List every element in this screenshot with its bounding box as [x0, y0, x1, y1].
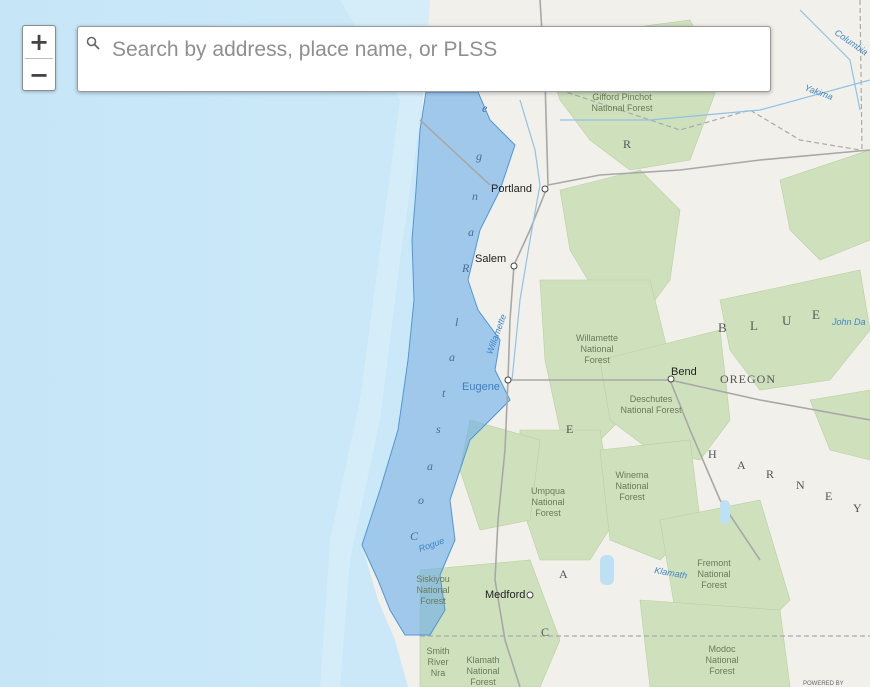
coast-letter: a: [468, 225, 474, 239]
coast-letter: e: [482, 101, 488, 115]
label-modoc-2: National: [705, 655, 738, 665]
label-willamette-2: National: [580, 344, 613, 354]
cascade-letter: E: [566, 422, 573, 436]
map-canvas[interactable]: Portland Salem Eugene Bend Medford Giffo…: [0, 0, 870, 687]
city-portland: Portland: [491, 183, 532, 195]
label-fremont-2: National: [697, 569, 730, 579]
zoom-in-button[interactable]: +: [23, 26, 55, 58]
label-fremont-3: Forest: [701, 580, 727, 590]
coast-letter: s: [436, 422, 441, 436]
label-klamath-2: National: [466, 666, 499, 676]
city-medford: Medford: [485, 589, 525, 601]
label-willamette-1: Willamette: [576, 333, 618, 343]
label-fremont-1: Fremont: [697, 558, 731, 568]
search-input[interactable]: [110, 33, 754, 67]
lake: [720, 500, 730, 524]
coast-letter: n: [472, 189, 478, 203]
city-eugene: Eugene: [462, 381, 500, 393]
label-siskiyou-3: Forest: [420, 596, 446, 606]
search-icon: [86, 36, 100, 50]
label-deschutes-1: Deschutes: [630, 394, 673, 404]
city-salem: Salem: [475, 253, 506, 265]
harney-letter: H: [708, 447, 717, 461]
label-deschutes-2: National Forest: [620, 405, 682, 415]
coast-letter: C: [410, 529, 419, 543]
cascade-letter: R: [623, 137, 631, 151]
harney-letter: N: [796, 478, 805, 492]
label-smith-1: Smith: [426, 646, 449, 656]
label-modoc-3: Forest: [709, 666, 735, 676]
label-siskiyou-2: National: [416, 585, 449, 595]
blue-letter: B: [718, 320, 727, 335]
harney-letter: A: [737, 458, 746, 472]
blue-letter: U: [782, 313, 792, 328]
label-winema-2: National: [615, 481, 648, 491]
cascade-letter: A: [559, 567, 568, 581]
coast-letter: g: [476, 149, 482, 163]
coast-letter: a: [427, 459, 433, 473]
label-gifford-1: Gifford Pinchot: [592, 92, 652, 102]
blue-letter: E: [812, 307, 820, 322]
harney-letter: R: [766, 467, 774, 481]
label-klamath-3: Forest: [470, 677, 496, 687]
blue-letter: L: [750, 318, 758, 333]
lake: [600, 555, 614, 585]
label-john-day: John Da: [831, 317, 866, 327]
label-willamette-3: Forest: [584, 355, 610, 365]
coast-letter: R: [461, 261, 470, 275]
label-gifford-2: National Forest: [591, 103, 653, 113]
label-smith-2: River: [427, 657, 448, 667]
search-box[interactable]: [77, 26, 771, 92]
label-siskiyou-1: Siskiyou: [416, 574, 450, 584]
zoom-control: + −: [22, 25, 56, 91]
label-smith-3: Nra: [431, 668, 446, 678]
label-klamath-1: Klamath: [466, 655, 499, 665]
attribution-label: POWERED BY: [803, 681, 844, 687]
label-oregon: OREGON: [720, 372, 776, 386]
label-umpqua-1: Umpqua: [531, 486, 565, 496]
harney-letter: Y: [853, 501, 862, 515]
zoom-out-button[interactable]: −: [23, 59, 55, 91]
harney-letter: E: [825, 489, 832, 503]
city-bend: Bend: [671, 366, 697, 378]
label-umpqua-2: National: [531, 497, 564, 507]
label-umpqua-3: Forest: [535, 508, 561, 518]
label-modoc-1: Modoc: [708, 644, 736, 654]
cascade-letter: C: [541, 625, 549, 639]
coast-letter: a: [449, 350, 455, 364]
label-winema-1: Winema: [615, 470, 648, 480]
label-winema-3: Forest: [619, 492, 645, 502]
coast-letter: o: [418, 493, 424, 507]
